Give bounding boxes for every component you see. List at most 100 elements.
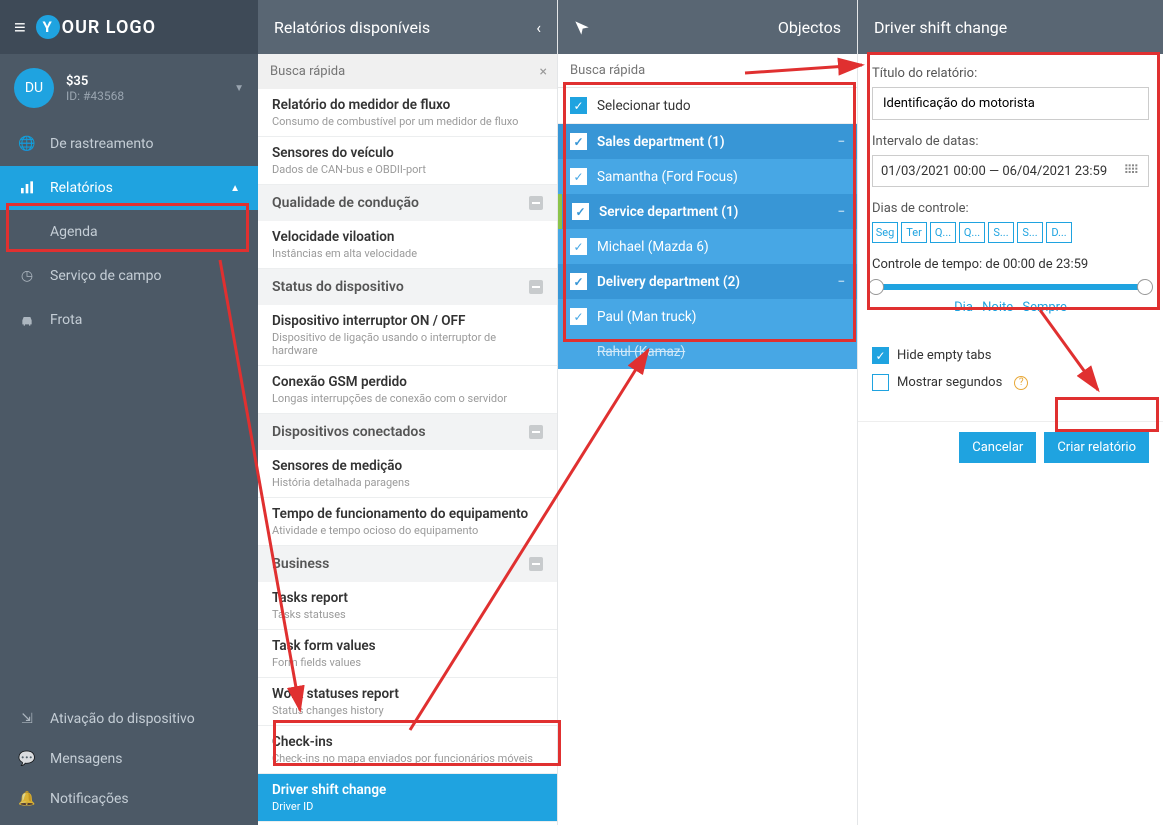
config-column: Driver shift change Título do relatório:…: [858, 0, 1163, 825]
slider-thumb-start[interactable]: [868, 279, 884, 295]
object-item[interactable]: ✓ Samantha (Ford Focus): [558, 159, 857, 194]
checkbox-icon[interactable]: [872, 374, 889, 391]
day-thu[interactable]: Q...: [959, 222, 985, 243]
report-item-meas[interactable]: Sensores de medição História detalhada p…: [258, 450, 557, 498]
objects-column: Objectos ✓ Selecionar tudo ✓ Sales depar…: [558, 0, 858, 825]
checkbox-icon[interactable]: ✓: [570, 273, 587, 290]
chevron-down-icon[interactable]: ▼: [234, 83, 244, 94]
collapse-icon[interactable]: −: [837, 274, 845, 290]
report-title: Relatório do medidor de fluxo: [272, 97, 543, 113]
report-item-equip[interactable]: Tempo de funcionamento do equipamento At…: [258, 498, 557, 546]
report-title-input[interactable]: [872, 87, 1149, 120]
cancel-button[interactable]: Cancelar: [959, 432, 1036, 463]
create-report-button[interactable]: Criar relatório: [1044, 432, 1149, 463]
nav-notifications[interactable]: 🔔 Notificações: [0, 779, 258, 819]
checkbox-icon[interactable]: ✓: [570, 308, 587, 325]
report-item-checkins[interactable]: Check-ins Check-ins no mapa enviados por…: [258, 726, 557, 774]
title-label: Título do relatório:: [872, 66, 1149, 81]
nav-messages[interactable]: 💬 Mensagens: [0, 739, 258, 779]
info-icon[interactable]: ?: [1014, 376, 1028, 390]
clear-icon[interactable]: ×: [540, 64, 547, 80]
report-group-business[interactable]: Business: [258, 546, 557, 582]
checkbox-icon[interactable]: ✓: [570, 238, 587, 255]
report-title: Sensores de medição: [272, 458, 543, 474]
object-item-disabled[interactable]: Rahul (Kamaz): [558, 334, 857, 369]
report-title: Dispositivo interruptor ON / OFF: [272, 313, 543, 329]
report-item-driver[interactable]: Driver shift change Driver ID: [258, 774, 557, 822]
preset-day[interactable]: Dia: [954, 300, 973, 315]
date-label: Intervalo de datas:: [872, 134, 1149, 149]
nav-fieldservice[interactable]: ◷ Serviço de campo: [0, 254, 258, 298]
date-range-input[interactable]: 01/03/2021 00:00 — 06/04/2021 23:59: [872, 155, 1149, 187]
object-label: Delivery department (2): [597, 274, 740, 290]
checkbox-icon[interactable]: ✓: [572, 203, 589, 220]
collapse-group-icon[interactable]: [529, 280, 543, 294]
objects-header-title: Objectos: [778, 18, 841, 37]
checkbox-icon[interactable]: ✓: [570, 133, 587, 150]
report-list[interactable]: Relatório do medidor de fluxo Consumo de…: [258, 89, 557, 825]
report-item-gsm[interactable]: Conexão GSM perdido Longas interrupções …: [258, 366, 557, 414]
checkbox-icon[interactable]: ✓: [872, 347, 889, 364]
preset-always[interactable]: Sempre: [1022, 300, 1067, 315]
report-item-speed[interactable]: Velocidade viloation Instâncias em alta …: [258, 221, 557, 269]
report-group-device[interactable]: Status do dispositivo: [258, 269, 557, 305]
report-sub: Check-ins no mapa enviados por funcionár…: [272, 752, 543, 765]
reports-header: Relatórios disponíveis ‹: [258, 0, 557, 54]
nav-tracking[interactable]: 🌐 De rastreamento: [0, 122, 258, 166]
group-label: Qualidade de condução: [272, 195, 419, 211]
object-label: Samantha (Ford Focus): [597, 169, 738, 185]
day-sat[interactable]: S...: [1017, 222, 1043, 243]
calendar-icon[interactable]: [1124, 163, 1140, 179]
object-item[interactable]: ✓ Paul (Man truck): [558, 299, 857, 334]
nav-reports[interactable]: Relatórios ▲: [0, 166, 258, 210]
report-item-workstat[interactable]: Work statuses report Status changes hist…: [258, 678, 557, 726]
report-group-quality[interactable]: Qualidade de condução: [258, 185, 557, 221]
select-all-row[interactable]: ✓ Selecionar tudo: [558, 88, 857, 124]
nav-fleet[interactable]: Frota: [0, 298, 258, 342]
select-all-label: Selecionar tudo: [597, 98, 691, 114]
report-item-tasks[interactable]: Tasks report Tasks statuses: [258, 582, 557, 630]
day-sun[interactable]: D...: [1046, 222, 1072, 243]
object-item[interactable]: ✓ Michael (Mazda 6): [558, 229, 857, 264]
preset-night[interactable]: Noite: [982, 300, 1013, 315]
day-fri[interactable]: S...: [988, 222, 1014, 243]
report-item-sensors[interactable]: Sensores do veículo Dados de CAN-bus e O…: [258, 137, 557, 185]
logo-circle: Y: [36, 15, 60, 39]
report-item-taskform[interactable]: Task form values Form fields values: [258, 630, 557, 678]
collapse-group-icon[interactable]: [529, 196, 543, 210]
menu-icon[interactable]: ≡: [14, 15, 26, 40]
collapse-icon[interactable]: −: [837, 134, 845, 150]
report-group-connected[interactable]: Dispositivos conectados: [258, 414, 557, 450]
chevron-up-icon[interactable]: ▲: [230, 183, 240, 194]
nav-agenda[interactable]: Agenda: [0, 210, 258, 254]
day-wed[interactable]: Q...: [930, 222, 956, 243]
object-group[interactable]: ✓ Service department (1) −: [558, 194, 857, 229]
user-block[interactable]: DU $35 ID: #43568 ▼: [0, 54, 258, 122]
checkbox-icon[interactable]: ✓: [570, 97, 587, 114]
logo[interactable]: Y OUR LOGO: [36, 15, 156, 39]
object-group[interactable]: ✓ Sales department (1) −: [558, 124, 857, 159]
day-tue[interactable]: Ter: [901, 222, 927, 243]
slider-thumb-end[interactable]: [1137, 279, 1153, 295]
report-title: Work statuses report: [272, 686, 543, 702]
config-header-title: Driver shift change: [874, 18, 1007, 37]
collapse-icon[interactable]: ‹: [536, 18, 541, 37]
report-item-flow[interactable]: Relatório do medidor de fluxo Consumo de…: [258, 89, 557, 137]
reports-search-input[interactable]: [258, 54, 557, 89]
day-mon[interactable]: Seg: [872, 222, 898, 243]
show-seconds-row[interactable]: Mostrar segundos ?: [872, 374, 1149, 391]
collapse-group-icon[interactable]: [529, 557, 543, 571]
nav-activation[interactable]: ⇲ Ativação do dispositivo: [0, 699, 258, 739]
object-label: Michael (Mazda 6): [597, 239, 709, 255]
hide-empty-row[interactable]: ✓ Hide empty tabs: [872, 347, 1149, 364]
collapse-icon[interactable]: −: [837, 204, 845, 220]
objects-search-input[interactable]: [558, 54, 857, 88]
report-item-onoff[interactable]: Dispositivo interruptor ON / OFF Disposi…: [258, 305, 557, 366]
checkbox-icon[interactable]: ✓: [570, 168, 587, 185]
report-sub: Longas interrupções de conexão com o ser…: [272, 392, 543, 405]
object-label: Paul (Man truck): [597, 309, 696, 325]
button-row: Cancelar Criar relatório: [858, 421, 1163, 473]
time-slider[interactable]: [874, 284, 1147, 290]
collapse-group-icon[interactable]: [529, 425, 543, 439]
object-group[interactable]: ✓ Delivery department (2) −: [558, 264, 857, 299]
